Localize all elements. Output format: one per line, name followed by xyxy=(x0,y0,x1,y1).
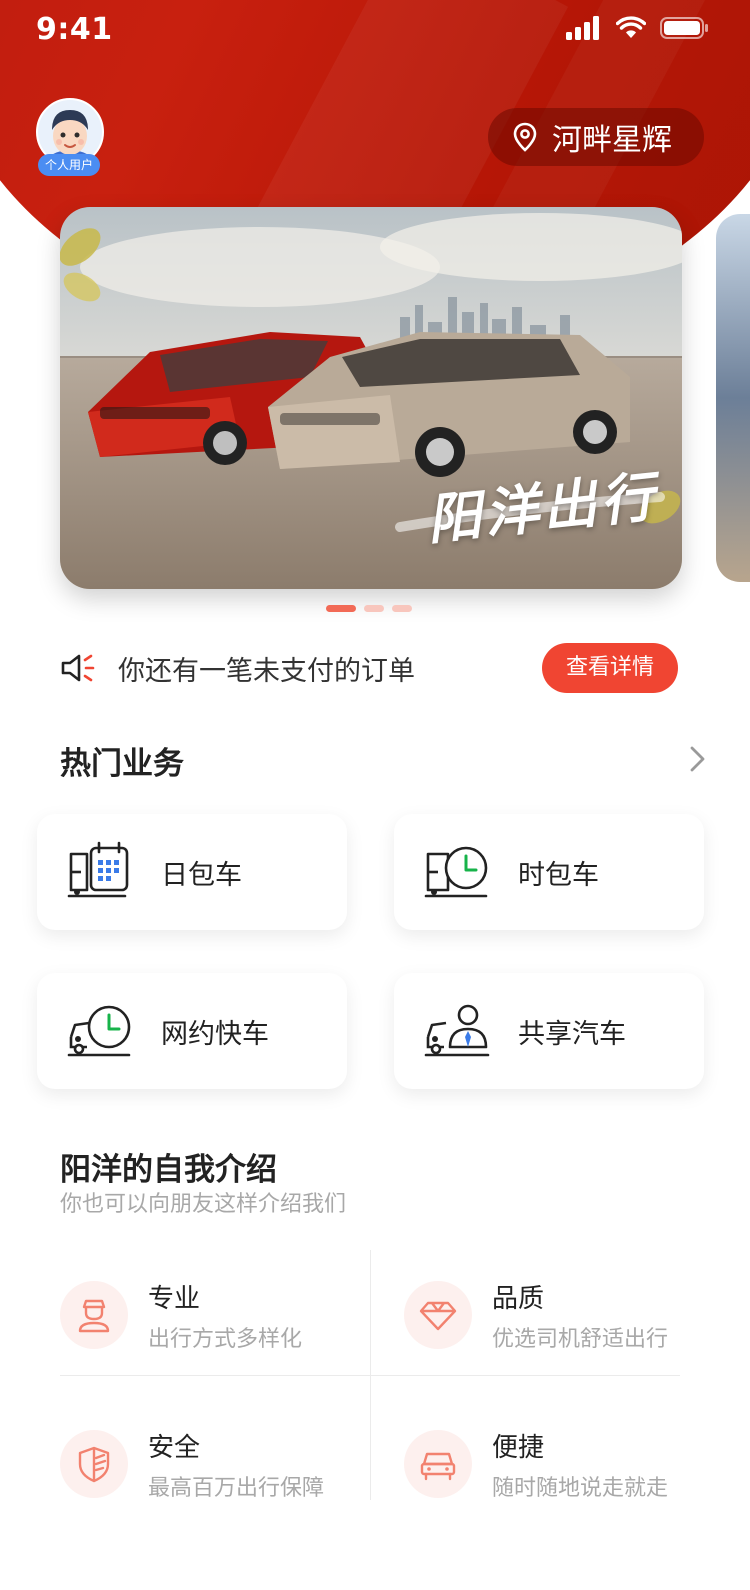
feature-icon-wrap xyxy=(404,1430,472,1498)
feature-desc: 优选司机舒适出行 xyxy=(492,1326,669,1352)
divider-horizontal xyxy=(60,1375,680,1376)
next-banner-peek[interactable] xyxy=(716,214,750,582)
pagination-dot[interactable] xyxy=(364,605,384,612)
banner-pagination xyxy=(326,605,412,612)
service-card-hour-charter[interactable]: 时包车 xyxy=(394,814,704,930)
view-details-button[interactable]: 查看详情 xyxy=(542,643,678,693)
driver-car-icon xyxy=(424,1004,490,1057)
battery-icon xyxy=(660,17,708,39)
shield-icon xyxy=(78,1446,110,1483)
feature-desc: 出行方式多样化 xyxy=(148,1326,303,1352)
chevron-right-icon[interactable] xyxy=(682,744,712,774)
service-label: 网约快车 xyxy=(161,1018,269,1050)
calendar-bus-icon xyxy=(67,841,129,898)
service-label: 共享汽车 xyxy=(518,1018,626,1050)
feature-desc: 随时随地说走就走 xyxy=(492,1475,669,1501)
speaker-icon xyxy=(61,654,95,682)
service-card-ride-hailing[interactable]: 网约快车 xyxy=(37,973,347,1089)
driver-icon xyxy=(78,1299,110,1333)
user-type-badge: 个人用户 xyxy=(38,154,101,176)
user-avatar[interactable]: 个人用户 xyxy=(36,98,106,176)
feature-icon-wrap xyxy=(404,1281,472,1349)
promo-banner[interactable]: 阳洋出行 xyxy=(60,207,682,589)
location-label: 河畔星辉 xyxy=(552,123,672,158)
signal-icon xyxy=(566,16,599,40)
intro-title: 阳洋的自我介绍 xyxy=(60,1152,277,1188)
pagination-dot-active[interactable] xyxy=(326,605,356,612)
feature-professional: 专业 出行方式多样化 xyxy=(60,1265,360,1365)
feature-quality: 品质 优选司机舒适出行 xyxy=(404,1265,704,1365)
feature-title: 专业 xyxy=(148,1283,201,1314)
feature-desc: 最高百万出行保障 xyxy=(148,1475,325,1501)
service-card-car-sharing[interactable]: 共享汽车 xyxy=(394,973,704,1089)
clock-car-icon xyxy=(67,1005,131,1057)
wifi-icon xyxy=(616,16,646,38)
status-time: 9:41 xyxy=(36,12,113,47)
diamond-icon xyxy=(419,1301,457,1331)
feature-convenience: 便捷 随时随地说走就走 xyxy=(404,1414,704,1514)
service-label: 日包车 xyxy=(161,859,242,891)
feature-title: 便捷 xyxy=(492,1432,545,1463)
feature-icon-wrap xyxy=(60,1281,128,1349)
pagination-dot[interactable] xyxy=(392,605,412,612)
service-card-day-charter[interactable]: 日包车 xyxy=(37,814,347,930)
status-icons xyxy=(566,16,710,40)
unpaid-order-notice: 你还有一笔未支付的订单 查看详情 xyxy=(60,642,680,694)
clock-bus-icon xyxy=(424,846,488,898)
hot-services-title: 热门业务 xyxy=(60,746,184,782)
status-bar: 9:41 xyxy=(0,0,750,60)
location-pin-icon xyxy=(513,122,537,152)
car-front-icon xyxy=(420,1452,456,1481)
feature-title: 品质 xyxy=(492,1283,545,1314)
feature-title: 安全 xyxy=(148,1432,201,1463)
intro-subtitle: 你也可以向朋友这样介绍我们 xyxy=(60,1192,347,1217)
service-label: 时包车 xyxy=(518,859,599,891)
feature-icon-wrap xyxy=(60,1430,128,1498)
feature-safety: 安全 最高百万出行保障 xyxy=(60,1414,360,1514)
notice-text: 你还有一笔未支付的订单 xyxy=(118,655,415,687)
location-selector[interactable]: 河畔星辉 xyxy=(488,108,704,166)
